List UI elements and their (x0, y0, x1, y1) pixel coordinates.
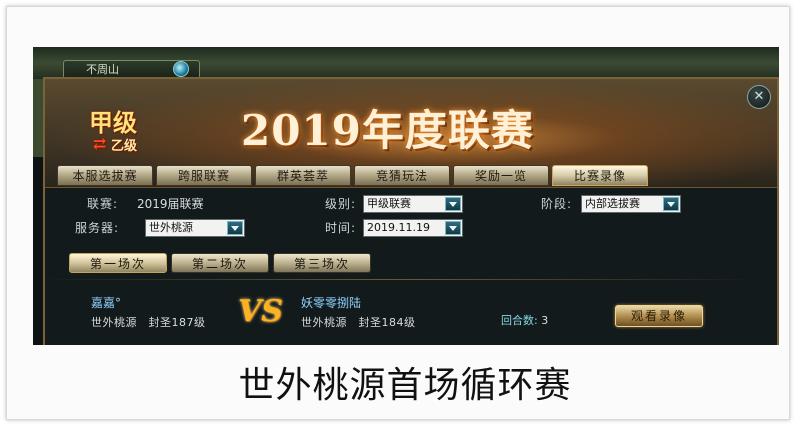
player1-name: 嘉嘉° (91, 296, 122, 310)
tab-session-1[interactable]: 第一场次 (69, 253, 167, 273)
swap-arrows-icon: ⇄ (93, 134, 107, 153)
level-select[interactable]: 甲级联赛 (363, 195, 463, 213)
tab-rewards[interactable]: 奖励一览 (453, 165, 549, 186)
stage-label: 阶段: (541, 197, 573, 211)
stage-select-value: 内部选拔赛 (585, 197, 640, 210)
chevron-down-icon[interactable] (663, 197, 679, 211)
stage-select[interactable]: 内部选拔赛 (581, 195, 681, 213)
tab-replays[interactable]: 比赛录像 (552, 165, 648, 186)
page-title: 2019年度联赛 (241, 106, 534, 155)
server-label: 服务器: (75, 221, 120, 235)
logo-sub-text: 乙级 (111, 139, 138, 154)
player1-info: 世外桃源 封圣187级 (91, 316, 206, 329)
league-value: 2019届联赛 (137, 197, 204, 211)
chevron-down-icon[interactable] (445, 197, 461, 211)
rounds-count: 回合数: 3 (501, 313, 548, 329)
close-button[interactable]: ✕ (747, 85, 771, 109)
server-select[interactable]: 世外桃源 (145, 219, 245, 237)
player2-info: 世外桃源 封圣184级 (301, 316, 416, 329)
panel-header: 甲级 ⇄ 乙级 2019年度联赛 ✕ 本服选拔赛 跨服联赛 群英荟萃 竞猜玩法 … (45, 79, 777, 188)
game-screenshot: 不周山 甲级 ⇄ 乙级 2019年度联赛 ✕ 本服选拔赛 跨服联赛 群英荟萃 竞… (33, 47, 779, 345)
time-label: 时间: (325, 221, 357, 235)
divider (39, 279, 759, 280)
time-select-value: 2019.11.19 (367, 221, 430, 234)
tab-heroes[interactable]: 群英荟萃 (255, 165, 351, 186)
chevron-down-icon[interactable] (227, 221, 243, 235)
league-label: 联赛: (87, 197, 119, 211)
vs-icon: VS (238, 294, 283, 329)
server-select-value: 世外桃源 (149, 221, 193, 234)
top-bar: 不周山 (33, 47, 779, 79)
rounds-value: 3 (541, 314, 549, 327)
chevron-down-icon[interactable] (445, 221, 461, 235)
tab-cross-server[interactable]: 跨服联赛 (156, 165, 252, 186)
rounds-label: 回合数: (501, 314, 538, 327)
orb-icon (173, 61, 189, 77)
level-label: 级别: (325, 197, 357, 211)
photo-frame: 不周山 甲级 ⇄ 乙级 2019年度联赛 ✕ 本服选拔赛 跨服联赛 群英荟萃 竞… (6, 6, 790, 420)
match-row: 嘉嘉° 世外桃源 封圣187级 VS 妖零零捌陆 世外桃源 封圣184级 回合数… (55, 293, 755, 341)
tab-guess[interactable]: 竞猜玩法 (354, 165, 450, 186)
level-select-value: 甲级联赛 (367, 197, 411, 210)
tab-session-2[interactable]: 第二场次 (171, 253, 269, 273)
league-logo: 甲级 ⇄ 乙级 (81, 101, 165, 161)
time-select[interactable]: 2019.11.19 (363, 219, 463, 237)
tab-session-3[interactable]: 第三场次 (273, 253, 371, 273)
filter-form: 联赛: 2019届联赛 级别: 甲级联赛 阶段: 内部选拔赛 服务器: 世外桃源 (45, 191, 777, 261)
player2-name: 妖零零捌陆 (301, 296, 362, 310)
caption: 世外桃源首场循环赛 (238, 365, 572, 406)
logo-main-text: 甲级 (89, 108, 137, 137)
tab-local-selection[interactable]: 本服选拔赛 (57, 165, 153, 186)
watch-replay-button[interactable]: 观看录像 (615, 305, 703, 327)
